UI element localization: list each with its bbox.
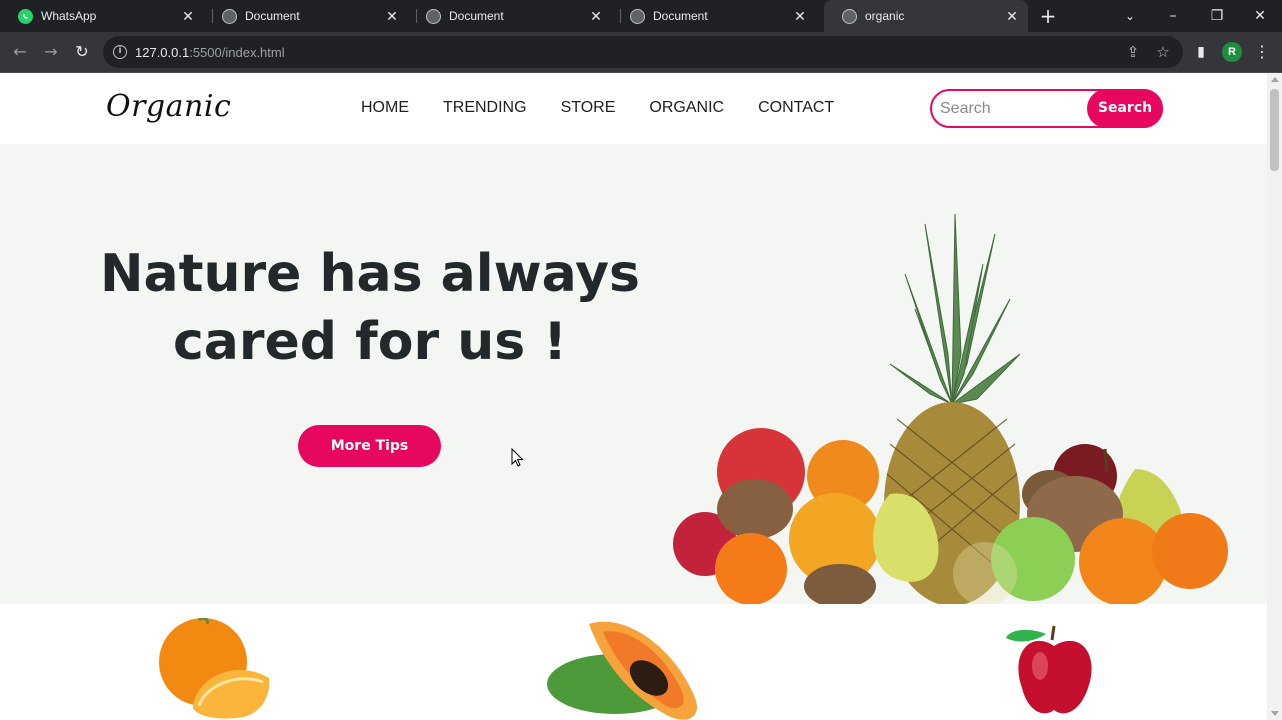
nav-store[interactable]: STORE xyxy=(561,99,616,117)
tab-document-3[interactable]: Document ✕ xyxy=(612,0,816,32)
nav-organic[interactable]: ORGANIC xyxy=(649,99,724,117)
page-viewport: Organic HOME TRENDING STORE ORGANIC CONT… xyxy=(0,73,1282,720)
orange-product-image[interactable] xyxy=(155,618,275,720)
tab-document-1[interactable]: Document ✕ xyxy=(204,0,408,32)
minimize-icon[interactable]: – xyxy=(1161,4,1185,28)
hero-title-line-2: cared for us ! xyxy=(172,312,568,372)
back-arrow-icon[interactable]: ← xyxy=(8,40,32,64)
scrollbar-thumb[interactable] xyxy=(1270,89,1279,171)
close-icon[interactable]: ✕ xyxy=(1002,6,1022,26)
papaya-product-image[interactable] xyxy=(545,618,735,720)
url-path: :5500/index.html xyxy=(189,44,285,60)
site-info-icon[interactable]: i xyxy=(113,45,127,59)
pineapple-crown xyxy=(889,214,1021,405)
address-bar[interactable]: i 127.0.0.1:5500/index.html ⇪ ☆ xyxy=(103,36,1183,68)
reload-icon[interactable]: ↻ xyxy=(70,40,94,64)
close-icon[interactable]: ✕ xyxy=(586,6,606,26)
side-panel-icon[interactable]: ▮ xyxy=(1189,40,1213,64)
kiwi-left xyxy=(717,479,793,539)
tab-title: WhatsApp xyxy=(41,9,97,23)
tab-title: organic xyxy=(865,9,905,23)
bookmark-star-icon[interactable]: ☆ xyxy=(1153,42,1173,62)
new-tab-plus-icon[interactable]: + xyxy=(1038,6,1058,26)
hero-section: Nature has always cared for us ! More Ti… xyxy=(0,144,1267,606)
hero-title-line-1: Nature has always xyxy=(100,244,640,304)
tab-search-chevron-icon[interactable]: ⌄ xyxy=(1118,4,1142,28)
whatsapp-icon xyxy=(18,8,33,24)
orange-far-right xyxy=(1152,513,1228,589)
close-icon[interactable]: ✕ xyxy=(382,6,402,26)
nav-contact[interactable]: CONTACT xyxy=(758,99,834,117)
search-button[interactable]: Search xyxy=(1087,89,1163,128)
fruit-pile-image xyxy=(673,214,1228,606)
globe-icon xyxy=(222,8,237,24)
search-box: Search xyxy=(930,89,1163,128)
tab-whatsapp[interactable]: WhatsApp ✕ xyxy=(0,0,204,32)
tab-title: Document xyxy=(449,9,504,23)
url-host: 127.0.0.1 xyxy=(135,44,190,60)
window-close-icon[interactable]: ✕ xyxy=(1248,4,1272,28)
nav-home[interactable]: HOME xyxy=(361,99,409,117)
product-strip xyxy=(0,604,1267,720)
tab-title: Document xyxy=(653,9,708,23)
globe-icon xyxy=(842,8,857,24)
scroll-up-arrow-icon[interactable] xyxy=(1271,77,1279,82)
site-header: Organic HOME TRENDING STORE ORGANIC CONT… xyxy=(0,73,1267,144)
share-icon[interactable]: ⇪ xyxy=(1123,42,1143,62)
site-logo[interactable]: Organic xyxy=(106,89,231,124)
search-input[interactable] xyxy=(940,98,1080,120)
menu-kebab-icon[interactable]: ⋮ xyxy=(1250,40,1274,64)
tab-organic[interactable]: organic ✕ xyxy=(824,0,1028,32)
hero-title: Nature has always cared for us ! xyxy=(90,240,650,376)
url-text: 127.0.0.1:5500/index.html xyxy=(135,45,285,60)
apple-product-image[interactable] xyxy=(1000,618,1110,720)
tab-document-2[interactable]: Document ✕ xyxy=(408,0,612,32)
orange-front xyxy=(715,533,787,605)
globe-icon xyxy=(426,8,441,24)
tab-title: Document xyxy=(245,9,300,23)
page-scrollbar[interactable] xyxy=(1267,73,1282,720)
restore-icon[interactable]: ❐ xyxy=(1205,4,1229,28)
nav-trending[interactable]: TRENDING xyxy=(443,99,527,117)
profile-avatar[interactable]: R xyxy=(1222,42,1242,62)
browser-toolbar: ← → ↻ i 127.0.0.1:5500/index.html ⇪ ☆ ▮ … xyxy=(0,32,1282,73)
forward-arrow-icon[interactable]: → xyxy=(39,40,63,64)
browser-tab-strip: WhatsApp ✕ Document ✕ Document ✕ Documen… xyxy=(0,0,1282,32)
close-icon[interactable]: ✕ xyxy=(790,6,810,26)
kiwi-front xyxy=(804,564,876,606)
main-nav: HOME TRENDING STORE ORGANIC CONTACT xyxy=(361,99,868,117)
close-icon[interactable]: ✕ xyxy=(178,6,198,26)
more-tips-button[interactable]: More Tips xyxy=(298,425,441,467)
globe-icon xyxy=(630,8,645,24)
scroll-down-arrow-icon[interactable] xyxy=(1271,711,1279,716)
mouse-cursor-icon xyxy=(511,448,524,467)
